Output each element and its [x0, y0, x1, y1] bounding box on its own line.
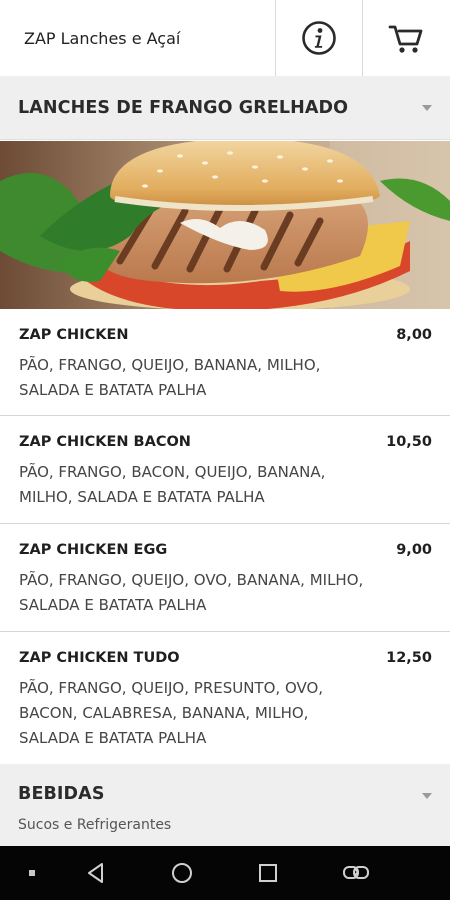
nav-switch-app-button[interactable] [338, 846, 374, 900]
item-description: PÃO, FRANGO, QUEIJO, BANANA, MILHO, SALA… [19, 356, 321, 399]
menu-item[interactable]: ZAP CHICKEN BACON 10,50 PÃO, FRANGO, BAC… [0, 416, 450, 524]
item-name: ZAP CHICKEN TUDO [19, 650, 180, 666]
home-icon [172, 863, 192, 883]
item-name: ZAP CHICKEN EGG [19, 542, 168, 558]
item-price: 9,00 [396, 542, 432, 558]
menu-item[interactable]: ZAP CHICKEN EGG 9,00 PÃO, FRANGO, QUEIJO… [0, 524, 450, 632]
section-header-bebidas[interactable]: BEBIDAS Sucos e Refrigerantes [0, 764, 450, 846]
menu-item[interactable]: ZAP CHICKEN 8,00 PÃO, FRANGO, QUEIJO, BA… [0, 309, 450, 416]
section-subtitle: Sucos e Refrigerantes [18, 817, 172, 833]
item-price: 8,00 [396, 327, 432, 343]
item-description: PÃO, FRANGO, QUEIJO, OVO, BANANA, MILHO,… [19, 571, 364, 614]
cart-button[interactable] [362, 0, 450, 76]
section-header-lanches-frango[interactable]: LANCHES DE FRANGO GRELHADO [0, 76, 450, 140]
section-title: LANCHES DE FRANGO GRELHADO [18, 97, 349, 118]
recents-icon [259, 864, 277, 882]
info-icon [302, 21, 336, 55]
section-banner-image [0, 141, 450, 309]
info-button[interactable] [275, 0, 362, 76]
back-icon [88, 863, 103, 883]
nav-back-button[interactable] [80, 846, 112, 900]
item-name: ZAP CHICKEN BACON [19, 434, 191, 450]
cart-icon [388, 25, 422, 53]
nav-dot-button[interactable] [20, 846, 44, 900]
switch-apps-icon [343, 866, 369, 879]
item-description: PÃO, FRANGO, QUEIJO, PRESUNTO, OVO, BACO… [19, 679, 324, 747]
menu-item[interactable]: ZAP CHICKEN TUDO 12,50 PÃO, FRANGO, QUEI… [0, 632, 450, 764]
chevron-down-icon [422, 105, 432, 111]
menu-item-list: ZAP CHICKEN 8,00 PÃO, FRANGO, QUEIJO, BA… [0, 309, 450, 764]
android-nav-bar [0, 846, 450, 900]
item-description: PÃO, FRANGO, BACON, QUEIJO, BANANA, MILH… [19, 463, 326, 506]
dot-icon [29, 870, 35, 876]
item-price: 12,50 [386, 650, 432, 666]
item-price: 10,50 [386, 434, 432, 450]
app-header: ZAP Lanches e Açaí [0, 0, 450, 77]
chevron-down-icon [422, 793, 432, 799]
nav-recents-button[interactable] [252, 846, 284, 900]
item-name: ZAP CHICKEN [19, 327, 129, 343]
nav-home-button[interactable] [166, 846, 198, 900]
section-title: BEBIDAS [18, 784, 105, 804]
app-title: ZAP Lanches e Açaí [24, 28, 181, 48]
